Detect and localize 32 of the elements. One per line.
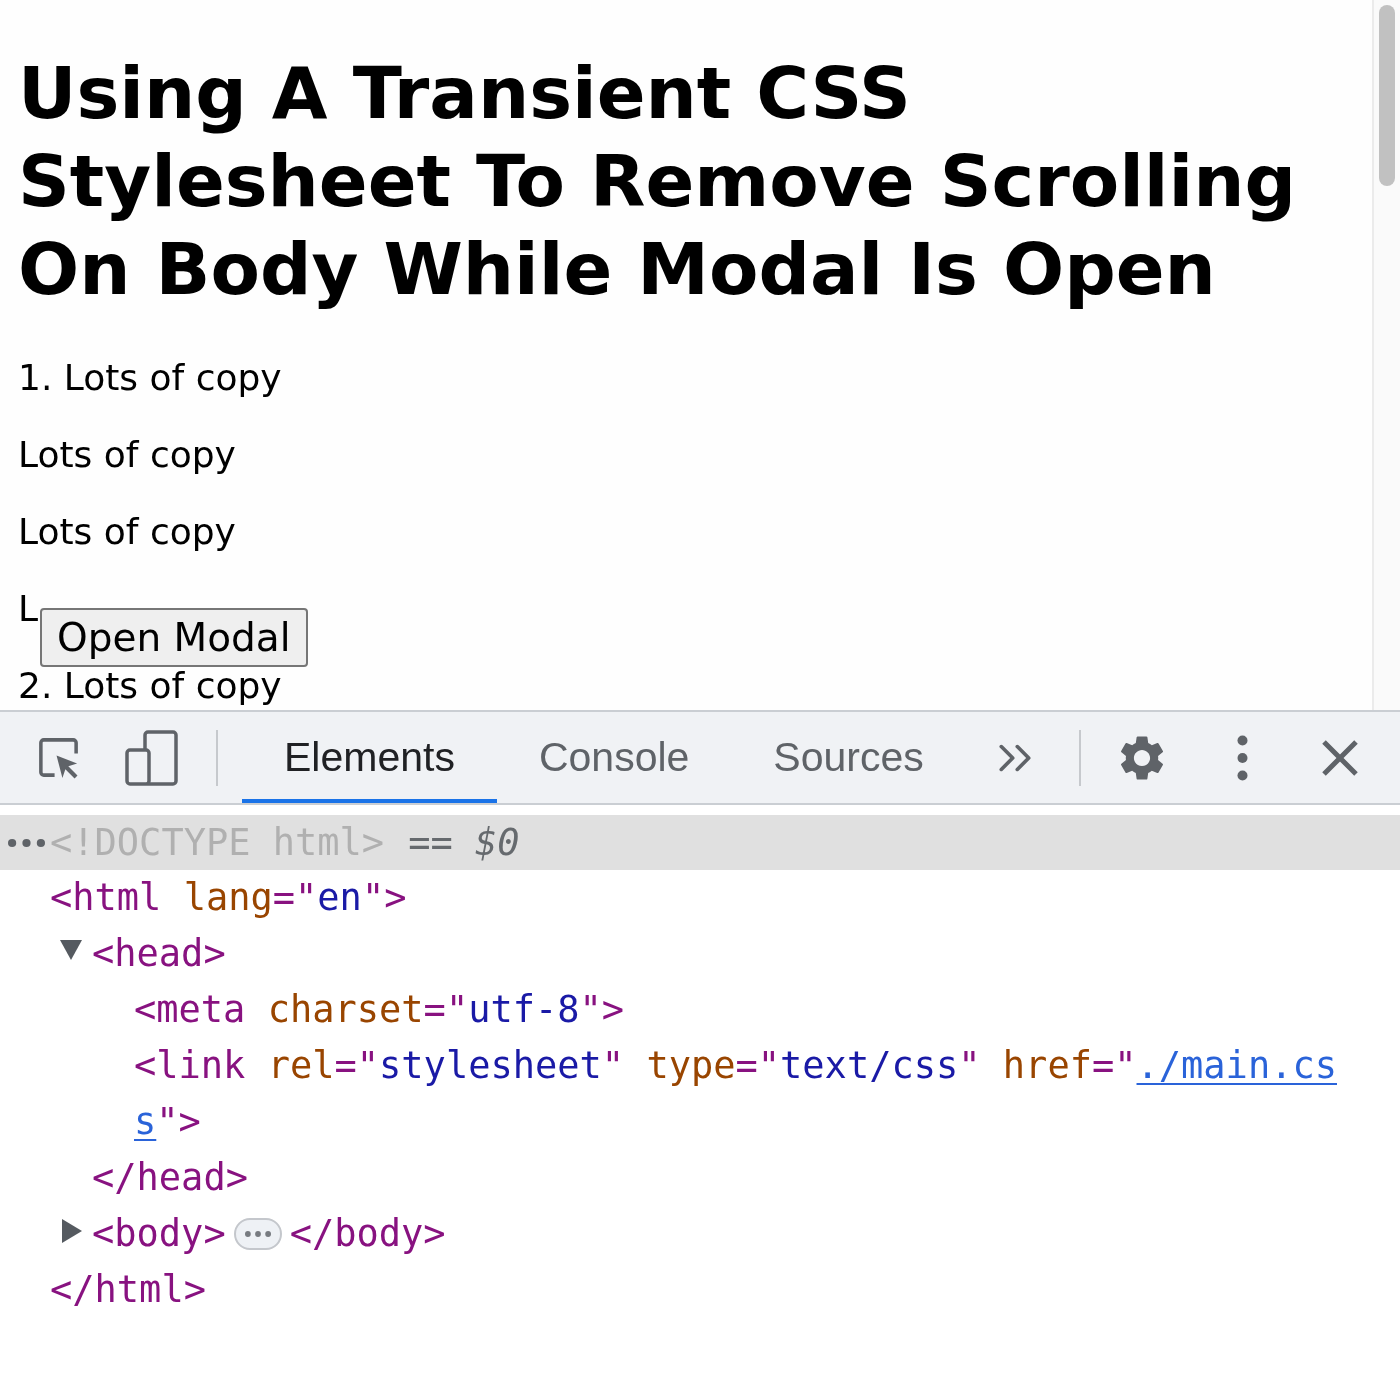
code-text: <html lang="en"> (50, 875, 407, 922)
code-text: </head> (92, 1155, 248, 1202)
file-link[interactable]: ./main.cs (1136, 1038, 1337, 1094)
code-text: <body> (92, 1211, 226, 1258)
selection-marker: == $0 (408, 819, 520, 866)
paragraph: Lots of copy (18, 433, 236, 477)
code-text: <head> (92, 931, 226, 978)
tab[interactable]: Console (496, 712, 732, 803)
code-text: <link rel="stylesheet" type="text/css" href=" (134, 1043, 1137, 1090)
paragraph: L (18, 587, 39, 631)
page-heading: Using A Transient CSS Stylesheet To Remove Scrolling On Body While Modal Is Open (18, 50, 1297, 313)
expand-button[interactable] (233, 1218, 282, 1250)
code-text: </html> (50, 1267, 206, 1314)
triangle-right-icon[interactable] (62, 1219, 82, 1243)
file-link[interactable]: s (134, 1094, 157, 1150)
tab[interactable]: Sources (731, 712, 966, 803)
paragraph: 2. Lots of copy (18, 664, 282, 708)
close-icon[interactable] (1321, 739, 1358, 776)
open-modal-button[interactable]: Open Modal (40, 608, 308, 667)
code-text: "> (156, 1099, 201, 1146)
paragraph: 1. Lots of copy (18, 356, 282, 400)
tab[interactable]: Elements (242, 712, 497, 803)
ellipsis-icon (8, 838, 45, 847)
paragraph: Lots of copy (18, 510, 236, 554)
more-options-icon[interactable] (1236, 734, 1248, 781)
scrollbar-thumb[interactable] (1379, 5, 1395, 186)
code-text: <meta charset="utf-8"> (134, 987, 625, 1034)
code-text: </body> (289, 1211, 446, 1258)
triangle-down-icon[interactable] (60, 940, 82, 960)
device-toggle-icon[interactable] (125, 729, 178, 786)
more-tabs-icon[interactable] (998, 743, 1031, 772)
ellipsis-icon (244, 1231, 271, 1237)
